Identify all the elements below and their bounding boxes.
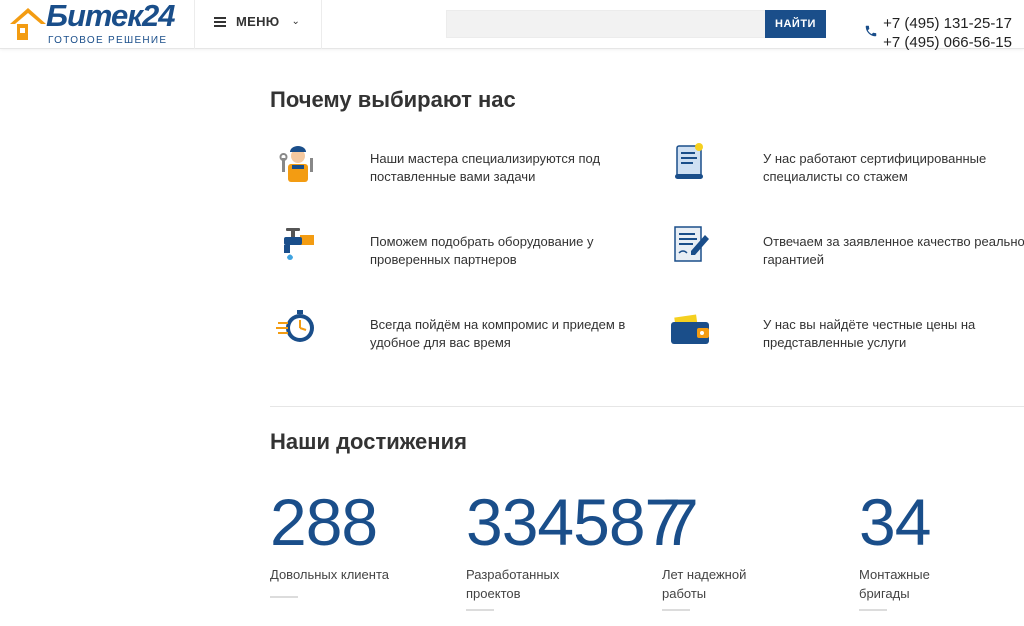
feature-item: Отвечаем за заявленное качество реальной…: [663, 221, 1024, 281]
faucet-icon: [284, 228, 314, 260]
stopwatch-icon: [276, 310, 314, 342]
feature-text: Поможем подобрать оборудование у провере…: [370, 234, 594, 267]
stat-value: 334587: [466, 485, 681, 559]
stat-value: 7: [662, 485, 699, 559]
site-header: Битек24 ГОТОВОЕ РЕШЕНИЕ МЕНЮ ⌄ НАЙТИ +7 …: [0, 0, 1024, 52]
stat-label: Довольных клиента: [270, 567, 390, 582]
stat-item: 334587 Разработанных проектов: [466, 485, 681, 611]
feature-text: Всегда пойдём на компромис и приедем в у…: [370, 317, 626, 350]
header-divider: [194, 0, 195, 49]
feature-item: Всегда пойдём на компромис и приедем в у…: [270, 304, 650, 364]
plumber-icon: [279, 146, 313, 182]
why-us-title: Почему выбирают нас: [270, 87, 516, 112]
stat-label: Лет надежной работы: [662, 567, 747, 601]
stat-label: Монтажные бригады: [859, 567, 930, 601]
menu-button[interactable]: МЕНЮ ⌄: [214, 14, 300, 29]
phone-link[interactable]: +7 (495) 066-56-15: [883, 33, 1012, 52]
stat-underline: [662, 609, 690, 611]
hamburger-icon: [214, 16, 226, 27]
stat-label: Разработанных проектов: [466, 567, 560, 601]
feature-item: У нас работают сертифицированные специал…: [663, 138, 1024, 198]
stat-item: 34 Монтажные бригады: [859, 487, 1024, 611]
feature-text: У нас вы найдёте честные цены на предста…: [763, 317, 976, 350]
house-logo-icon: [10, 8, 46, 40]
phone-link[interactable]: +7 (495) 131-25-17: [883, 14, 1012, 33]
wallet-icon: [671, 314, 709, 344]
menu-label: МЕНЮ: [236, 14, 280, 29]
achievements-title: Наши достижения: [270, 429, 467, 454]
logo-wordmark: Битек24: [46, 0, 175, 33]
document-pen-icon: [674, 226, 709, 262]
stat-value: 34: [859, 485, 931, 559]
header-divider: [321, 0, 322, 49]
stat-underline: [270, 596, 298, 598]
phone-icon: [865, 25, 877, 37]
section-divider: [270, 406, 1024, 407]
certificate-scroll-icon: [675, 143, 703, 179]
logo-subtitle: ГОТОВОЕ РЕШЕНИЕ: [48, 35, 168, 46]
chevron-down-icon: ⌄: [291, 16, 300, 27]
feature-text: Отвечаем за заявленное качество реальной…: [763, 234, 1024, 267]
stat-item: 7 Лет надежной работы: [662, 487, 858, 611]
feature-item: У нас вы найдёте честные цены на предста…: [663, 304, 1024, 364]
stat-item: 288 Довольных клиента: [270, 487, 466, 598]
feature-item: Поможем подобрать оборудование у провере…: [270, 221, 650, 281]
stat-value: 288: [270, 485, 378, 559]
search-button[interactable]: НАЙТИ: [765, 10, 826, 38]
stat-underline: [466, 609, 494, 611]
feature-text: Наши мастера специализируются под постав…: [370, 151, 601, 184]
stat-underline: [859, 609, 887, 611]
logo[interactable]: Битек24 ГОТОВОЕ РЕШЕНИЕ: [8, 0, 188, 48]
feature-item: Наши мастера специализируются под постав…: [270, 138, 650, 198]
search-input[interactable]: [446, 10, 766, 38]
feature-text: У нас работают сертифицированные специал…: [763, 151, 987, 184]
phone-numbers: +7 (495) 131-25-17 +7 (495) 066-56-15: [883, 14, 1012, 52]
